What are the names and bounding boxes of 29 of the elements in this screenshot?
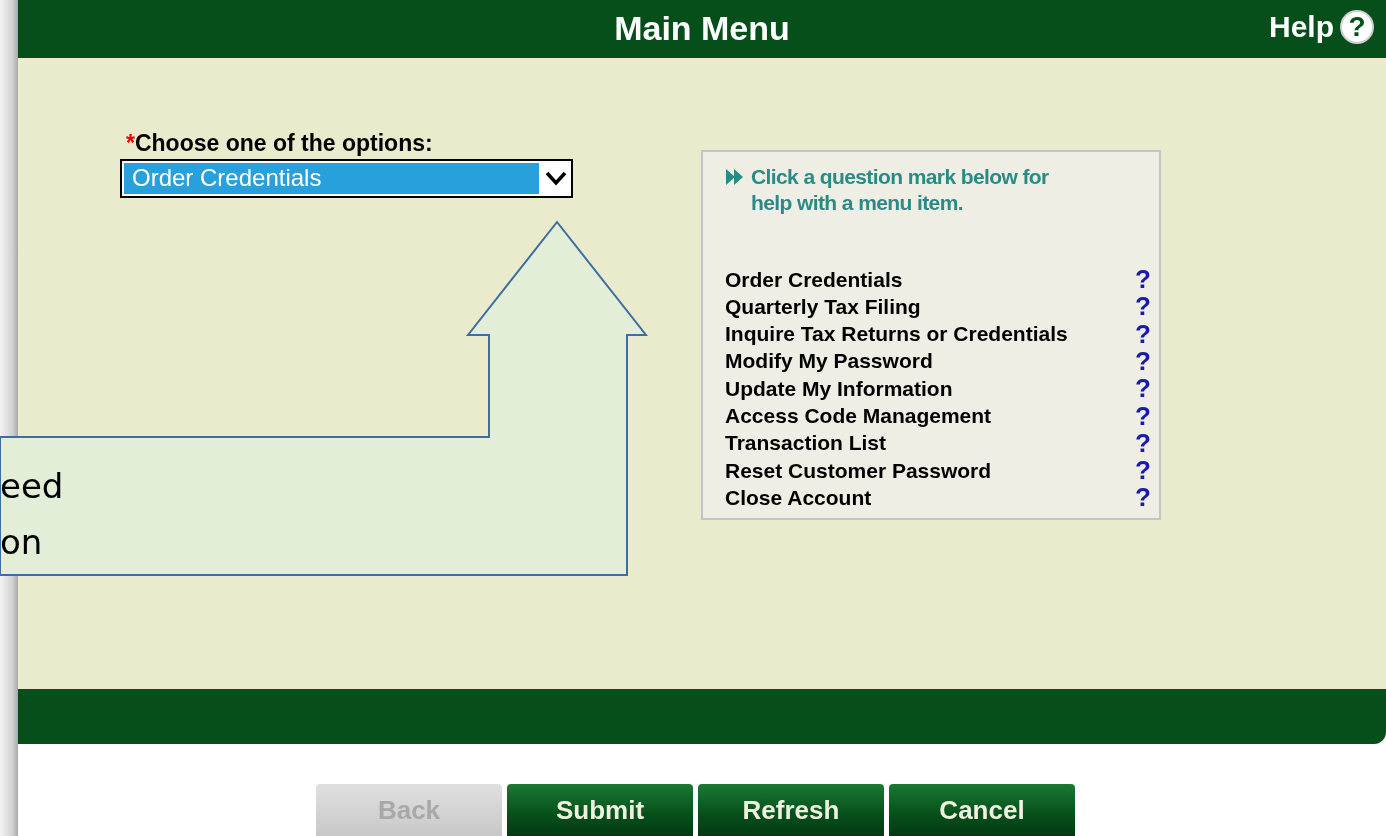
field-label: *Choose one of the options: — [126, 129, 434, 157]
callout-text: eed — [0, 465, 64, 508]
help-question-link[interactable]: ? — [1135, 402, 1151, 430]
page-title: Main Menu — [614, 9, 790, 49]
callout-text: on — [0, 521, 44, 564]
menu-item-label: Order Credentials — [725, 267, 903, 292]
menu-item-label: Update My Information — [725, 376, 953, 401]
double-arrow-icon — [725, 167, 745, 186]
action-button[interactable]: Refresh — [698, 784, 884, 836]
menu-item-label: Reset Customer Password — [725, 458, 992, 483]
help-question-link[interactable]: ? — [1135, 457, 1151, 485]
help-question-link[interactable]: ? — [1135, 320, 1151, 348]
action-button[interactable]: Submit — [507, 784, 693, 836]
help-question-link[interactable]: ? — [1135, 484, 1151, 512]
help-link[interactable]: Help — [1269, 10, 1334, 44]
menu-item-label: Quarterly Tax Filing — [725, 294, 921, 319]
menu-item-label: Inquire Tax Returns or Credentials — [725, 322, 1068, 347]
menu-item-label: Close Account — [725, 485, 872, 510]
help-question-link[interactable]: ? — [1135, 347, 1151, 375]
menu-item-label: Transaction List — [725, 431, 887, 456]
menu-item-label: Access Code Management — [725, 404, 992, 429]
help-instructions: Click a question mark below for help with a menu item. — [751, 163, 1050, 216]
menu-item-label: Modify My Password — [725, 349, 933, 374]
action-button[interactable]: Cancel — [889, 784, 1075, 836]
help-icon[interactable]: ? — [1340, 10, 1374, 44]
help-question-link[interactable]: ? — [1135, 375, 1151, 403]
help-question-link[interactable]: ? — [1135, 293, 1151, 321]
help-question-link[interactable]: ? — [1135, 429, 1151, 457]
help-question-link[interactable]: ? — [1135, 266, 1151, 294]
